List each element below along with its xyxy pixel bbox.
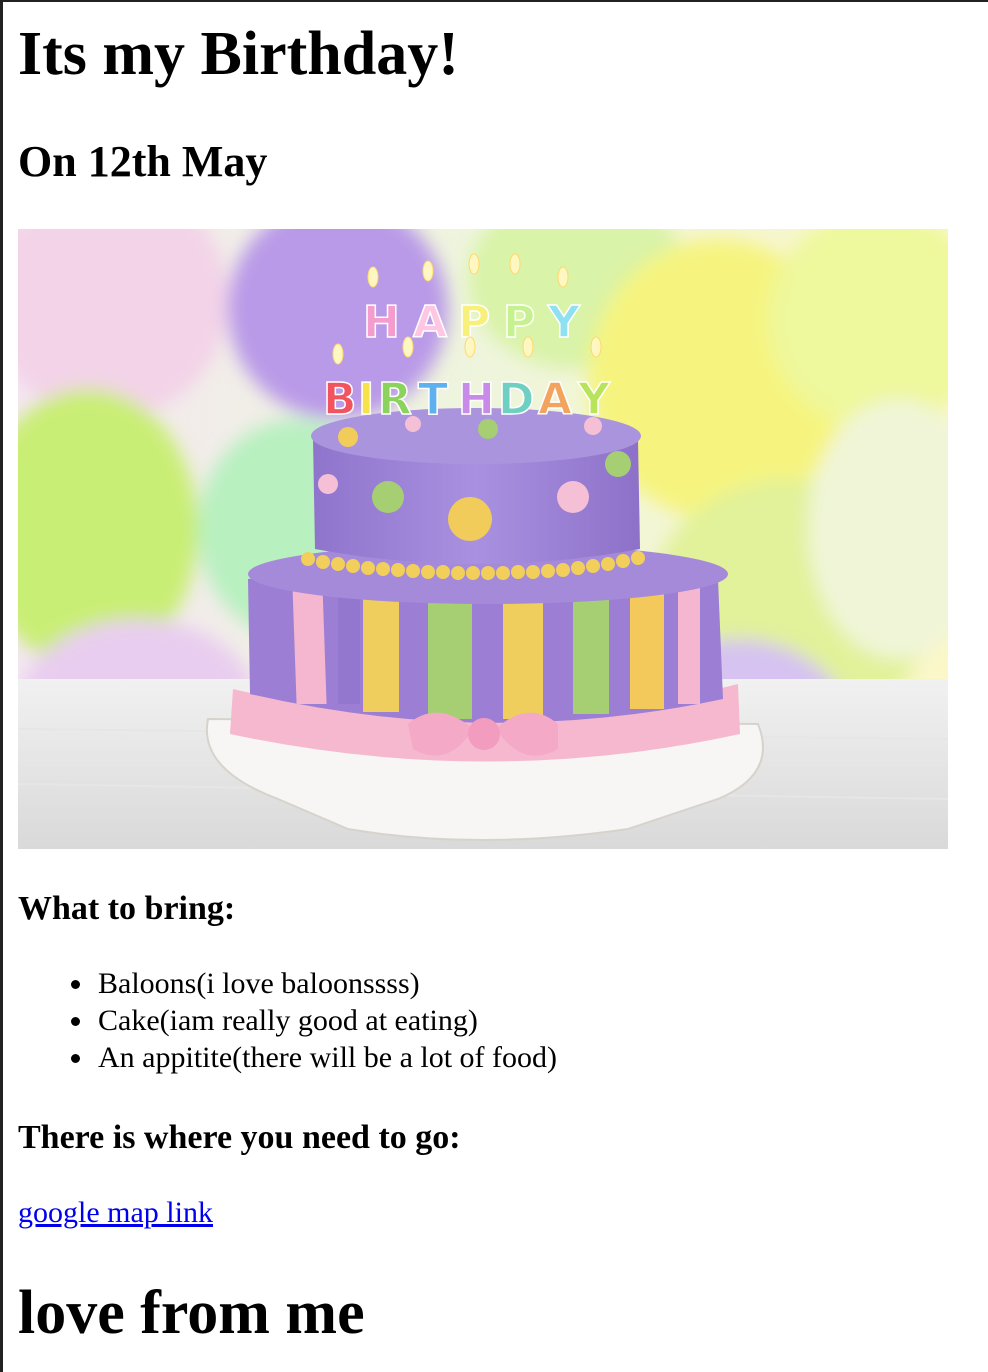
svg-text:I: I [358,374,374,425]
svg-text:Y: Y [577,374,611,425]
bullet-icon [71,1054,80,1063]
svg-text:Y: Y [547,297,581,348]
page-title: Its my Birthday! [18,20,459,88]
list-item-text: Cake(iam really good at eating) [98,1004,478,1037]
bring-list: Baloons(i love baloonssss) Cake(iam real… [18,965,557,1076]
party-date: On 12th May [18,137,268,186]
svg-text:D: D [498,374,535,425]
list-item: Cake(iam really good at eating) [18,1002,557,1039]
list-item-text: Baloons(i love baloonssss) [98,967,420,1000]
birthday-cake-image: H A P P Y B I R T H D A Y [18,229,948,849]
location-heading: There is where you need to go: [18,1119,461,1156]
window-top-border [0,0,988,2]
svg-text:A: A [538,374,572,425]
svg-text:B: B [323,374,357,425]
bullet-icon [71,980,80,989]
signoff-heading: love from me [18,1279,365,1347]
list-item-text: An appitite(there will be a lot of food) [98,1041,558,1074]
google-map-link[interactable]: google map link [18,1194,213,1231]
what-to-bring-heading: What to bring: [18,890,236,927]
svg-text:H: H [363,297,400,348]
window-left-border [0,0,3,1372]
svg-text:A: A [413,297,447,348]
bullet-icon [71,1017,80,1026]
svg-text:R: R [378,374,412,425]
svg-text:T: T [418,374,448,425]
list-item: Baloons(i love baloonssss) [18,965,557,1002]
list-item: An appitite(there will be a lot of food) [18,1039,557,1076]
svg-text:H: H [458,374,495,425]
